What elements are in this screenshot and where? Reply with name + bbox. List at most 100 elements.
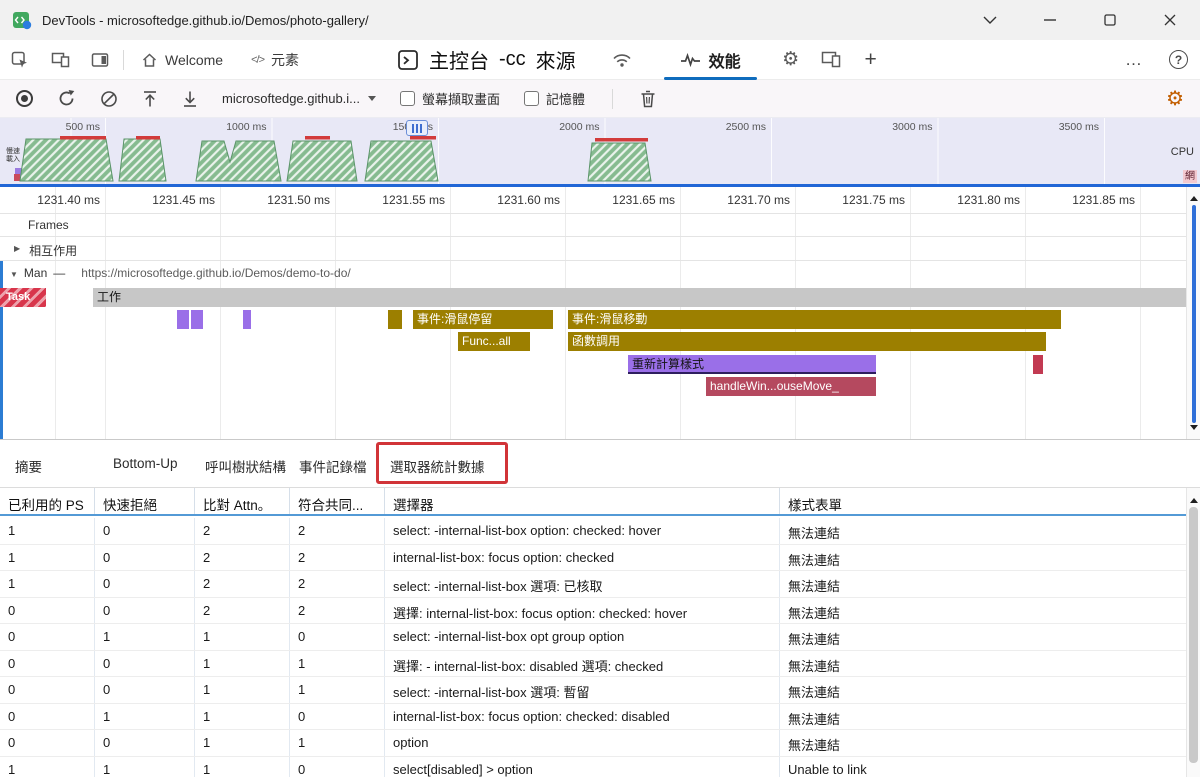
flame-bar-function-call-short[interactable]: Func...all — [458, 332, 530, 351]
flame-bar-style-small[interactable] — [191, 310, 203, 329]
tab-elements[interactable]: </> 元素 — [237, 40, 313, 80]
col-stylesheet[interactable]: 樣式表單 — [780, 488, 1186, 514]
cell-match-attempts: 1 — [195, 730, 290, 756]
flame-bar-style-small[interactable] — [177, 310, 189, 329]
more-menu-button[interactable]: … — [1125, 50, 1143, 70]
cell-elapsed: 0 — [0, 730, 95, 756]
inspect-element-button[interactable] — [0, 40, 40, 80]
scrollbar-thumb[interactable] — [1192, 205, 1196, 423]
flame-bar-function-call[interactable]: 函數調用 — [568, 332, 1046, 351]
cell-selector: internal-list-box: focus option: checked — [385, 544, 780, 570]
cell-selector: select: -internal-list-box 選項: 暫留 — [385, 677, 780, 703]
flame-bar-handler[interactable]: handleWin...ouseMove_ — [706, 377, 876, 396]
col-match-attempts[interactable]: 比對 Attn。 — [195, 488, 290, 514]
table-row[interactable]: 1 1 1 0 select[disabled] > option Unable… — [0, 756, 1186, 777]
cell-fast-reject: 0 — [95, 518, 195, 544]
cell-stylesheet: 無法連結 — [788, 658, 841, 674]
screenshots-checkbox[interactable] — [400, 91, 416, 106]
flame-bar-recalculate-style[interactable]: 重新計算樣式 — [628, 355, 876, 374]
minimize-button[interactable] — [1020, 0, 1080, 40]
flame-scrollbar[interactable] — [1186, 187, 1200, 439]
flame-bar-label: 事件:滑鼠停留 — [417, 312, 493, 326]
cell-fast-reject: 0 — [95, 544, 195, 570]
ruler-time-label: 1231.75 ms — [842, 193, 905, 207]
ruler-time-label: 1231.40 ms — [37, 193, 100, 207]
scrollbar-thumb[interactable] — [1189, 507, 1198, 763]
main-track-header[interactable]: ▼ Man — https://microsoftedge.github.io/… — [3, 261, 1200, 280]
table-row[interactable]: 0 1 1 0 select: -internal-list-box opt g… — [0, 624, 1186, 651]
stats-table-header[interactable]: 已利用的 PS 快速拒絕 比對 Attn。 符合共同... 選擇器 樣式表單 — [0, 488, 1186, 516]
table-row[interactable]: 0 1 1 0 internal-list-box: focus option:… — [0, 703, 1186, 730]
record-button[interactable] — [16, 90, 33, 107]
tab-summary[interactable]: 摘要 — [15, 456, 42, 476]
table-row[interactable]: 0 0 1 1 option 無法連結 — [0, 730, 1186, 757]
flame-bar-task[interactable]: 工作 — [93, 288, 1186, 307]
delete-recording-button[interactable] — [640, 90, 656, 108]
tab-welcome[interactable]: Welcome — [127, 40, 237, 80]
clear-button[interactable] — [100, 90, 118, 108]
dock-side-button[interactable] — [80, 40, 120, 80]
table-row[interactable]: 1 0 2 2 select: -internal-list-box 選項: 已… — [0, 571, 1186, 598]
tab-bottom-up[interactable]: Bottom-Up — [113, 456, 178, 471]
maximize-button[interactable] — [1080, 0, 1140, 40]
table-row[interactable]: 0 0 1 1 選擇: - internal-list-box: disable… — [0, 650, 1186, 677]
main-track-dash: — — [53, 266, 66, 280]
close-button[interactable] — [1140, 0, 1200, 40]
frames-track[interactable]: Frames — [0, 214, 1200, 237]
table-row[interactable]: 1 0 2 2 internal-list-box: focus option:… — [0, 544, 1186, 571]
memory-toggle[interactable]: 記憶體 — [524, 89, 585, 108]
cc-text: -cc — [499, 48, 526, 70]
overview-range-handle[interactable] — [406, 120, 428, 136]
expand-right-icon[interactable]: ▶ — [14, 242, 20, 260]
home-icon — [142, 52, 157, 67]
reload-record-button[interactable] — [57, 89, 76, 108]
window-menu-button[interactable] — [960, 0, 1020, 40]
tab-call-tree[interactable]: 呼叫樹狀結構 — [205, 456, 286, 476]
table-row[interactable]: 0 0 1 1 select: -internal-list-box 選項: 暫… — [0, 677, 1186, 704]
col-selector[interactable]: 選擇器 — [385, 488, 780, 514]
tab-event-log[interactable]: 事件記錄檔 — [299, 456, 367, 476]
timeline-ruler: 1231.40 ms 1231.45 ms 1231.50 ms 1231.55 ms… — [0, 187, 1200, 214]
screenshots-toggle[interactable]: 螢幕擷取畫面 — [400, 89, 500, 108]
flame-bar-event-move[interactable]: 事件:滑鼠移動 — [568, 310, 1061, 329]
tab-sources-label[interactable]: 來源 — [536, 45, 576, 74]
scroll-up-icon[interactable] — [1190, 494, 1198, 503]
flame-bar-style-tick[interactable] — [243, 310, 251, 329]
tab-network-button[interactable] — [602, 40, 642, 80]
scroll-up-icon[interactable] — [1190, 192, 1198, 201]
flame-bar-event-hover[interactable]: 事件:滑鼠停留 — [413, 310, 553, 329]
main-thread-track[interactable]: ▼ Man — https://microsoftedge.github.io/… — [0, 261, 1200, 439]
scroll-down-icon[interactable] — [1190, 425, 1198, 434]
col-fast-reject[interactable]: 快速拒絕 — [95, 488, 195, 514]
maximize-icon — [1104, 14, 1116, 26]
interactions-track[interactable]: ▶ 相互作用 — [0, 237, 1200, 261]
memory-checkbox[interactable] — [524, 91, 540, 106]
device-toolbar-button[interactable] — [811, 40, 851, 80]
device-emulation-button[interactable] — [40, 40, 80, 80]
tab-performance-label: 效能 — [708, 53, 741, 71]
table-scrollbar[interactable] — [1186, 488, 1200, 777]
new-tab-button[interactable]: + — [851, 40, 891, 80]
table-row[interactable]: 0 0 2 2 選擇: internal-list-box: focus opt… — [0, 597, 1186, 624]
flame-bar-event-tick[interactable] — [388, 310, 402, 329]
timeline-overview[interactable]: 500 ms1000 ms1500 ms2000 ms2500 ms3000 m… — [0, 118, 1200, 184]
capture-settings-button[interactable]: ⚙ — [1166, 89, 1184, 109]
upload-profile-button[interactable] — [142, 90, 158, 108]
tab-console-label[interactable]: 主控台 — [429, 45, 489, 74]
cell-match-count: 2 — [290, 518, 385, 544]
help-button[interactable]: ? — [1169, 50, 1188, 69]
flame-bar-label: 重新計算樣式 — [632, 357, 705, 371]
profile-target-dropdown[interactable]: microsoftedge.github.i... — [222, 91, 377, 106]
col-match-count[interactable]: 符合共同... — [290, 488, 385, 514]
table-row[interactable]: 1 0 2 2 select: -internal-list-box optio… — [0, 518, 1186, 545]
tab-performance[interactable]: 效能 — [658, 40, 763, 80]
frames-track-label: Frames — [28, 218, 69, 232]
col-elapsed[interactable]: 已利用的 PS — [0, 488, 95, 514]
download-profile-button[interactable] — [182, 90, 198, 108]
expand-down-icon[interactable]: ▼ — [10, 268, 18, 279]
experiments-button[interactable]: ⚙ — [771, 40, 811, 80]
flame-bar-red-tick[interactable] — [1033, 355, 1043, 374]
cell-selector: 選擇: - internal-list-box: disabled 選項: ch… — [385, 650, 780, 676]
cell-elapsed: 0 — [0, 703, 95, 729]
network-lane-label: 網 — [1183, 170, 1197, 183]
